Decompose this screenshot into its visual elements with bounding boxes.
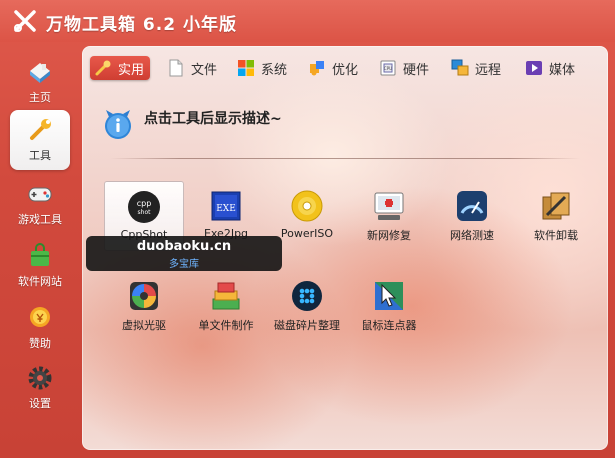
tool-label: 磁盘碎片整理	[274, 319, 340, 332]
tab-label: 文件	[191, 62, 218, 78]
document-icon	[169, 59, 183, 77]
svg-text:shot: shot	[138, 209, 152, 216]
tab-label: 系统	[261, 62, 288, 78]
tab-remote[interactable]: 远程	[450, 56, 501, 80]
sidebar-item-label: 赞助	[29, 337, 51, 350]
windows-logo-icon	[238, 60, 254, 76]
uninstall-icon	[542, 192, 570, 220]
info-icon	[105, 110, 131, 139]
app-title: 万物工具箱 6.2 小年版	[46, 15, 237, 35]
tab-label: 硬件	[403, 62, 430, 78]
cpu-icon: CPU	[380, 60, 396, 76]
tool-network-repair[interactable]: 新网修复	[349, 181, 429, 251]
sidebar-item-game-tools[interactable]: 游戏工具	[10, 174, 70, 234]
mouse-clicker-icon	[375, 282, 403, 310]
defrag-icon	[292, 281, 322, 311]
gear-icon	[28, 366, 52, 390]
coin-icon	[30, 307, 50, 327]
watermark-subtitle: 多宝库	[169, 259, 199, 270]
tab-practical[interactable]: 实用	[90, 56, 151, 80]
tool-uninstall[interactable]: 软件卸载	[516, 181, 596, 251]
tool-label: 鼠标连点器	[361, 319, 417, 332]
svg-text:cpp: cpp	[137, 199, 152, 208]
single-file-icon	[212, 282, 240, 310]
tab-optimize[interactable]: 优化	[307, 56, 358, 80]
tab-system[interactable]: 系统	[236, 56, 287, 80]
exe-icon: EXE	[211, 191, 241, 221]
sidebar-item-label: 工具	[29, 149, 51, 162]
app-logo-icon	[14, 10, 36, 32]
tool-label: 虚拟光驱	[122, 319, 166, 332]
disc-icon	[291, 190, 323, 222]
gamepad-icon	[28, 187, 52, 202]
description-text: 点击工具后显示描述~	[144, 111, 282, 127]
tool-label: 网络测速	[450, 229, 494, 242]
tool-speed-test[interactable]: 网络测速	[432, 181, 512, 251]
tool-label: 新网修复	[367, 229, 411, 242]
home-icon	[30, 63, 50, 83]
tool-single-file-maker[interactable]: 单文件制作	[186, 271, 266, 341]
speedometer-icon	[457, 191, 487, 221]
cppshot-icon: cpp shot	[128, 191, 160, 223]
tab-label: 媒体	[549, 62, 576, 78]
wrench-icon	[30, 119, 51, 140]
network-repair-icon	[374, 192, 404, 220]
sidebar-item-label: 软件网站	[18, 275, 62, 288]
bag-icon	[31, 243, 49, 266]
svg-text:EXE: EXE	[216, 204, 236, 214]
tab-hardware[interactable]: CPU 硬件	[378, 56, 429, 80]
sidebar: 主页 工具 游戏工具 软件网站 赞助 设置	[0, 48, 80, 458]
sidebar-item-label: 设置	[29, 397, 51, 410]
sidebar-item-sponsor[interactable]: 赞助	[10, 298, 70, 358]
sidebar-item-settings[interactable]: 设置	[10, 358, 70, 418]
sidebar-item-software-sites[interactable]: 软件网站	[10, 236, 70, 296]
wrench-icon	[95, 60, 111, 76]
watermark-overlay: duobaoku.cn 多宝库	[86, 236, 282, 271]
tool-mouse-clicker[interactable]: 鼠标连点器	[349, 271, 429, 341]
sidebar-item-home[interactable]: 主页	[10, 52, 70, 112]
sidebar-item-tools[interactable]: 工具	[10, 110, 70, 170]
svg-text:CPU: CPU	[384, 66, 392, 71]
tool-label: 单文件制作	[198, 319, 254, 332]
tool-label: 软件卸载	[534, 229, 578, 242]
play-icon	[526, 61, 542, 75]
category-tabs: 实用 文件 系统 优化 CPU 硬件 远程 媒体	[82, 56, 608, 82]
sidebar-item-label: 游戏工具	[18, 213, 62, 226]
sidebar-item-label: 主页	[29, 91, 51, 104]
title-bar: 万物工具箱 6.2 小年版	[0, 0, 615, 42]
divider	[110, 158, 580, 159]
tab-file[interactable]: 文件	[166, 56, 217, 80]
puzzle-icon	[310, 61, 324, 76]
tab-label: 远程	[475, 62, 502, 78]
watermark-title: duobaoku.cn	[136, 239, 232, 254]
virtual-drive-icon	[130, 282, 158, 310]
tab-label: 实用	[118, 62, 145, 78]
tab-label: 优化	[332, 62, 359, 78]
tool-virtual-drive[interactable]: 虚拟光驱	[104, 271, 184, 341]
tab-media[interactable]: 媒体	[524, 56, 575, 80]
remote-windows-icon	[451, 59, 469, 76]
tool-disk-defrag[interactable]: 磁盘碎片整理	[267, 271, 347, 341]
